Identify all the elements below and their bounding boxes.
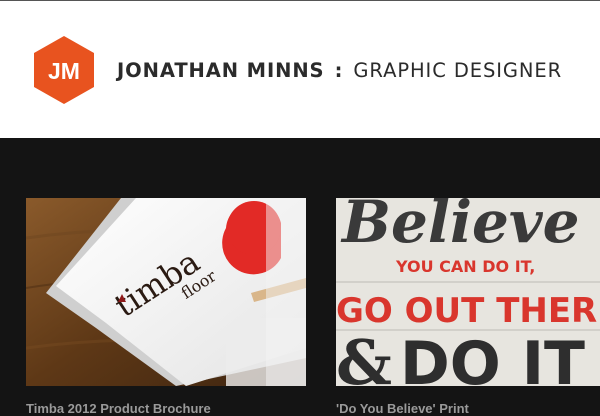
site-title-role: GRAPHIC DESIGNER (353, 59, 563, 82)
portfolio-grid: timba floor Believe YOU CAN DO IT, GO OU… (0, 138, 600, 416)
believe-thumbnail: Believe YOU CAN DO IT, GO OUT THERE & DO… (336, 198, 600, 386)
site-title-name: JONATHAN MINNS (117, 59, 325, 82)
site-title-separator: : (334, 59, 344, 82)
jm-logo[interactable]: JM (34, 36, 94, 104)
portfolio-item-timba[interactable]: timba floor (26, 198, 306, 386)
portfolio-caption-believe[interactable]: 'Do You Believe' Print (336, 401, 469, 416)
believe-ampersand: & (336, 326, 392, 386)
portfolio-item-believe[interactable]: Believe YOU CAN DO IT, GO OUT THERE & DO… (336, 198, 600, 386)
believe-line-3: GO OUT THERE (336, 291, 600, 331)
timba-thumbnail: timba floor (26, 198, 306, 386)
hexagon-logo-icon: JM (34, 36, 94, 104)
site-title[interactable]: JONATHAN MINNS : GRAPHIC DESIGNER (117, 59, 562, 83)
site-header: JM JONATHAN MINNS : GRAPHIC DESIGNER (0, 1, 600, 138)
believe-line-2: YOU CAN DO IT, (395, 257, 535, 276)
portfolio-caption-timba[interactable]: Timba 2012 Product Brochure (26, 401, 211, 416)
logo-text: JM (48, 58, 80, 84)
believe-line-1: Believe (340, 198, 580, 256)
believe-line-5: DO IT (400, 329, 585, 386)
